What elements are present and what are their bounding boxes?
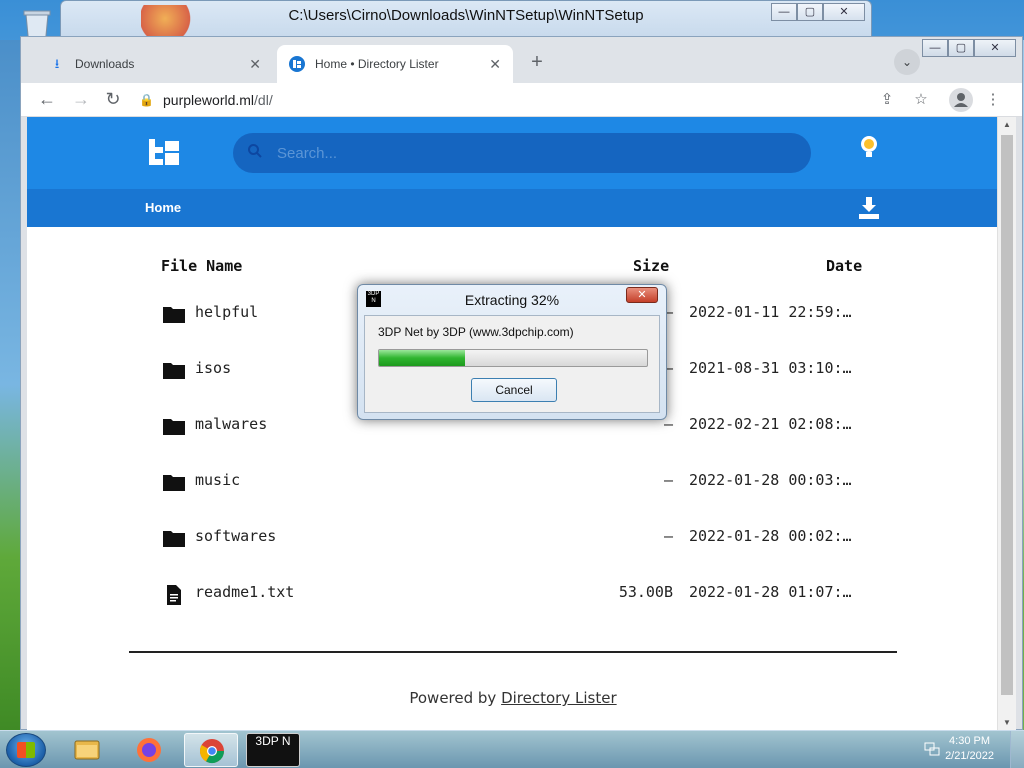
page-scrollbar[interactable]: ▲ ▼ bbox=[997, 117, 1016, 731]
column-header-name[interactable]: File Name bbox=[161, 257, 242, 275]
dialog-close-button[interactable]: ✕ bbox=[626, 287, 658, 303]
folder-icon bbox=[163, 417, 185, 435]
close-tab-icon[interactable]: ✕ bbox=[249, 56, 261, 73]
file-date: 2022-01-28 01:07:… bbox=[689, 583, 852, 601]
footer: Powered by Directory Lister bbox=[27, 689, 999, 707]
file-row[interactable]: softwares — 2022-01-28 00:02:… bbox=[27, 515, 999, 571]
explorer-window-title: C:\Users\Cirno\Downloads\WinNTSetup\WinN… bbox=[288, 7, 644, 24]
column-header-date[interactable]: Date bbox=[826, 257, 862, 275]
url-host: purpleworld.ml bbox=[163, 92, 255, 108]
progress-fill bbox=[379, 350, 465, 366]
close-tab-icon[interactable]: ✕ bbox=[489, 56, 501, 73]
footer-divider bbox=[129, 651, 897, 653]
clock-time: 4:30 PM bbox=[949, 735, 991, 747]
folder-icon bbox=[163, 529, 185, 547]
web-page: Home File Name Size Date helpful — 2022-… bbox=[27, 117, 999, 731]
download-icon: ⭳ bbox=[54, 56, 60, 71]
address-bar[interactable]: 🔒 purpleworld.ml/dl/ bbox=[139, 85, 909, 115]
scrollbar-thumb[interactable] bbox=[1001, 135, 1013, 695]
bookmark-star-icon[interactable]: ☆ bbox=[909, 88, 933, 112]
explorer-taskbar-button[interactable] bbox=[60, 733, 114, 767]
scroll-up-arrow-icon[interactable]: ▲ bbox=[998, 117, 1016, 133]
folder-icon bbox=[163, 473, 185, 491]
site-favicon-icon bbox=[289, 56, 305, 72]
extracting-dialog: 3DP N Extracting 32% ✕ 3DP Net by 3DP (w… bbox=[357, 284, 667, 420]
file-name: softwares bbox=[195, 527, 277, 545]
tab-search-button[interactable]: ⌄ bbox=[894, 49, 920, 75]
file-name: malwares bbox=[195, 415, 268, 433]
scroll-down-arrow-icon[interactable]: ▼ bbox=[998, 715, 1016, 731]
dialog-body: 3DP Net by 3DP (www.3dpchip.com) Cancel bbox=[364, 315, 660, 413]
3dp-net-taskbar-button[interactable]: 3DP N bbox=[246, 733, 300, 767]
explorer-window[interactable]: C:\Users\Cirno\Downloads\WinNTSetup\WinN… bbox=[60, 0, 872, 40]
firefox-taskbar-button[interactable] bbox=[122, 733, 176, 767]
lock-icon[interactable]: 🔒 bbox=[139, 93, 154, 107]
dialog-message: 3DP Net by 3DP (www.3dpchip.com) bbox=[378, 325, 574, 339]
system-clock[interactable]: 4:30 PM 2/21/2022 bbox=[945, 734, 994, 764]
file-date: 2022-01-28 00:02:… bbox=[689, 527, 852, 545]
dialog-title: Extracting 32% bbox=[464, 292, 560, 308]
tab-directory-lister[interactable]: Home • Directory Lister ✕ bbox=[277, 45, 513, 83]
text-file-icon bbox=[163, 585, 185, 605]
menu-icon[interactable]: ⋮ bbox=[981, 88, 1005, 112]
profile-avatar[interactable] bbox=[949, 88, 973, 112]
tab-strip: ⭳ Downloads ✕ Home • Directory Lister ✕ … bbox=[21, 37, 1022, 83]
show-desktop-button[interactable] bbox=[1010, 731, 1024, 768]
theme-toggle-lightbulb-icon[interactable] bbox=[860, 135, 878, 159]
folder-icon bbox=[163, 305, 185, 323]
directory-lister-link[interactable]: Directory Lister bbox=[501, 689, 617, 707]
browser-maximize-button[interactable]: ▢ bbox=[948, 39, 974, 57]
directory-lister-logo-icon[interactable] bbox=[147, 137, 183, 167]
file-row[interactable]: music — 2022-01-28 00:03:… bbox=[27, 459, 999, 515]
browser-toolbar: ← → ↻ 🔒 purpleworld.ml/dl/ ⇪ ☆ ⋮ bbox=[21, 83, 1022, 117]
site-header bbox=[27, 117, 999, 189]
search-input[interactable] bbox=[277, 144, 777, 162]
file-name: helpful bbox=[195, 303, 259, 321]
breadcrumb-home[interactable]: Home bbox=[145, 200, 181, 215]
column-header-size[interactable]: Size bbox=[633, 257, 669, 275]
file-date: 2022-01-11 22:59:… bbox=[689, 303, 852, 321]
explorer-close-button[interactable]: ✕ bbox=[823, 3, 865, 21]
chrome-taskbar-button[interactable] bbox=[184, 733, 238, 767]
extract-progress-bar bbox=[378, 349, 648, 367]
browser-close-button[interactable]: ✕ bbox=[974, 39, 1016, 57]
file-name: music bbox=[195, 471, 241, 489]
file-size: — bbox=[663, 527, 673, 545]
file-name: isos bbox=[195, 359, 232, 377]
folder-icon bbox=[163, 361, 185, 379]
search-icon bbox=[247, 143, 267, 164]
file-date: 2022-01-28 00:03:… bbox=[689, 471, 852, 489]
taskbar: 3DP N 4:30 PM 2/21/2022 bbox=[0, 730, 1024, 768]
file-size: 53.00B bbox=[618, 583, 673, 601]
reload-button[interactable]: ↻ bbox=[101, 88, 125, 112]
file-date: 2021-08-31 03:10:… bbox=[689, 359, 852, 377]
explorer-maximize-button[interactable]: ▢ bbox=[797, 3, 823, 21]
explorer-minimize-button[interactable]: — bbox=[771, 3, 797, 21]
windows-logo-icon bbox=[17, 742, 35, 758]
tab-label: Home • Directory Lister bbox=[315, 57, 439, 71]
file-size: — bbox=[663, 471, 673, 489]
file-name: readme1.txt bbox=[195, 583, 295, 601]
file-date: 2022-02-21 02:08:… bbox=[689, 415, 852, 433]
site-search-bar[interactable] bbox=[233, 133, 811, 173]
browser-minimize-button[interactable]: — bbox=[922, 39, 948, 57]
footer-prefix: Powered by bbox=[409, 689, 497, 707]
clock-date: 2/21/2022 bbox=[945, 750, 994, 762]
breadcrumb-bar: Home bbox=[27, 189, 999, 227]
cancel-button[interactable]: Cancel bbox=[471, 378, 557, 402]
tab-label: Downloads bbox=[75, 57, 135, 71]
tab-downloads[interactable]: ⭳ Downloads ✕ bbox=[37, 45, 273, 83]
start-button[interactable] bbox=[6, 733, 46, 767]
forward-button[interactable]: → bbox=[69, 88, 93, 112]
url-path: /dl/ bbox=[254, 92, 273, 108]
new-tab-button[interactable]: + bbox=[525, 51, 549, 75]
file-row[interactable]: readme1.txt 53.00B 2022-01-28 01:07:… bbox=[27, 571, 999, 627]
back-button[interactable]: ← bbox=[35, 88, 59, 112]
network-icon[interactable] bbox=[924, 741, 940, 757]
share-icon[interactable]: ⇪ bbox=[875, 88, 899, 112]
download-zip-icon[interactable] bbox=[859, 197, 879, 219]
